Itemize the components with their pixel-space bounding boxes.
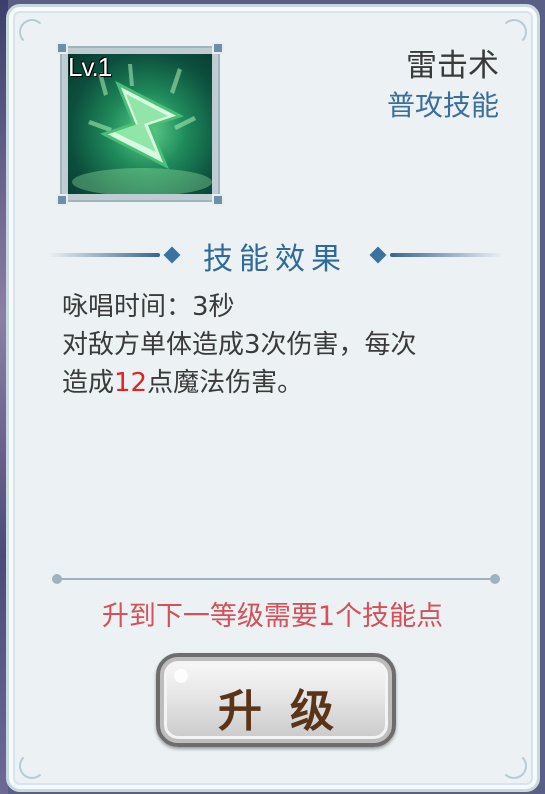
damage-value: 12 <box>114 368 148 398</box>
upgrade-button-label: 升级 <box>218 686 362 737</box>
divider-line <box>60 578 492 580</box>
frame-stud <box>212 42 224 54</box>
upgrade-button[interactable]: 升级 <box>156 653 396 747</box>
section-divider: 技能效果 <box>48 240 502 277</box>
divider-line <box>390 253 502 257</box>
corner-ornament <box>501 753 527 779</box>
skill-type: 普攻技能 <box>386 89 499 122</box>
effect-line-2-prefix: 造成 <box>62 368 115 398</box>
effect-line-2-suffix: 点魔法伤害。 <box>147 368 304 398</box>
divider-dot <box>490 574 500 584</box>
corner-ornament <box>19 19 45 45</box>
corner-ornament <box>19 753 45 779</box>
effect-line-1: 对敌方单体造成3次伤害，每次 <box>62 330 417 360</box>
frame-stud <box>212 194 224 206</box>
cast-time: 咏唱时间：3秒 <box>62 292 235 322</box>
skill-level: Lv.1 <box>68 52 112 82</box>
bottom-divider <box>52 572 500 586</box>
frame-stud <box>56 194 68 206</box>
corner-ornament <box>501 19 527 45</box>
frame-stud <box>56 42 68 54</box>
effect-line-2: 造成12点魔法伤害。 <box>62 364 502 402</box>
skill-name: 雷击术 <box>406 48 499 84</box>
upgrade-requirement: 升到下一等级需要1个技能点 <box>101 601 444 632</box>
skill-description: 咏唱时间：3秒 对敌方单体造成3次伤害，每次 造成12点魔法伤害。 <box>62 288 502 402</box>
skill-icon-frame[interactable]: Lv.1 <box>56 42 224 206</box>
